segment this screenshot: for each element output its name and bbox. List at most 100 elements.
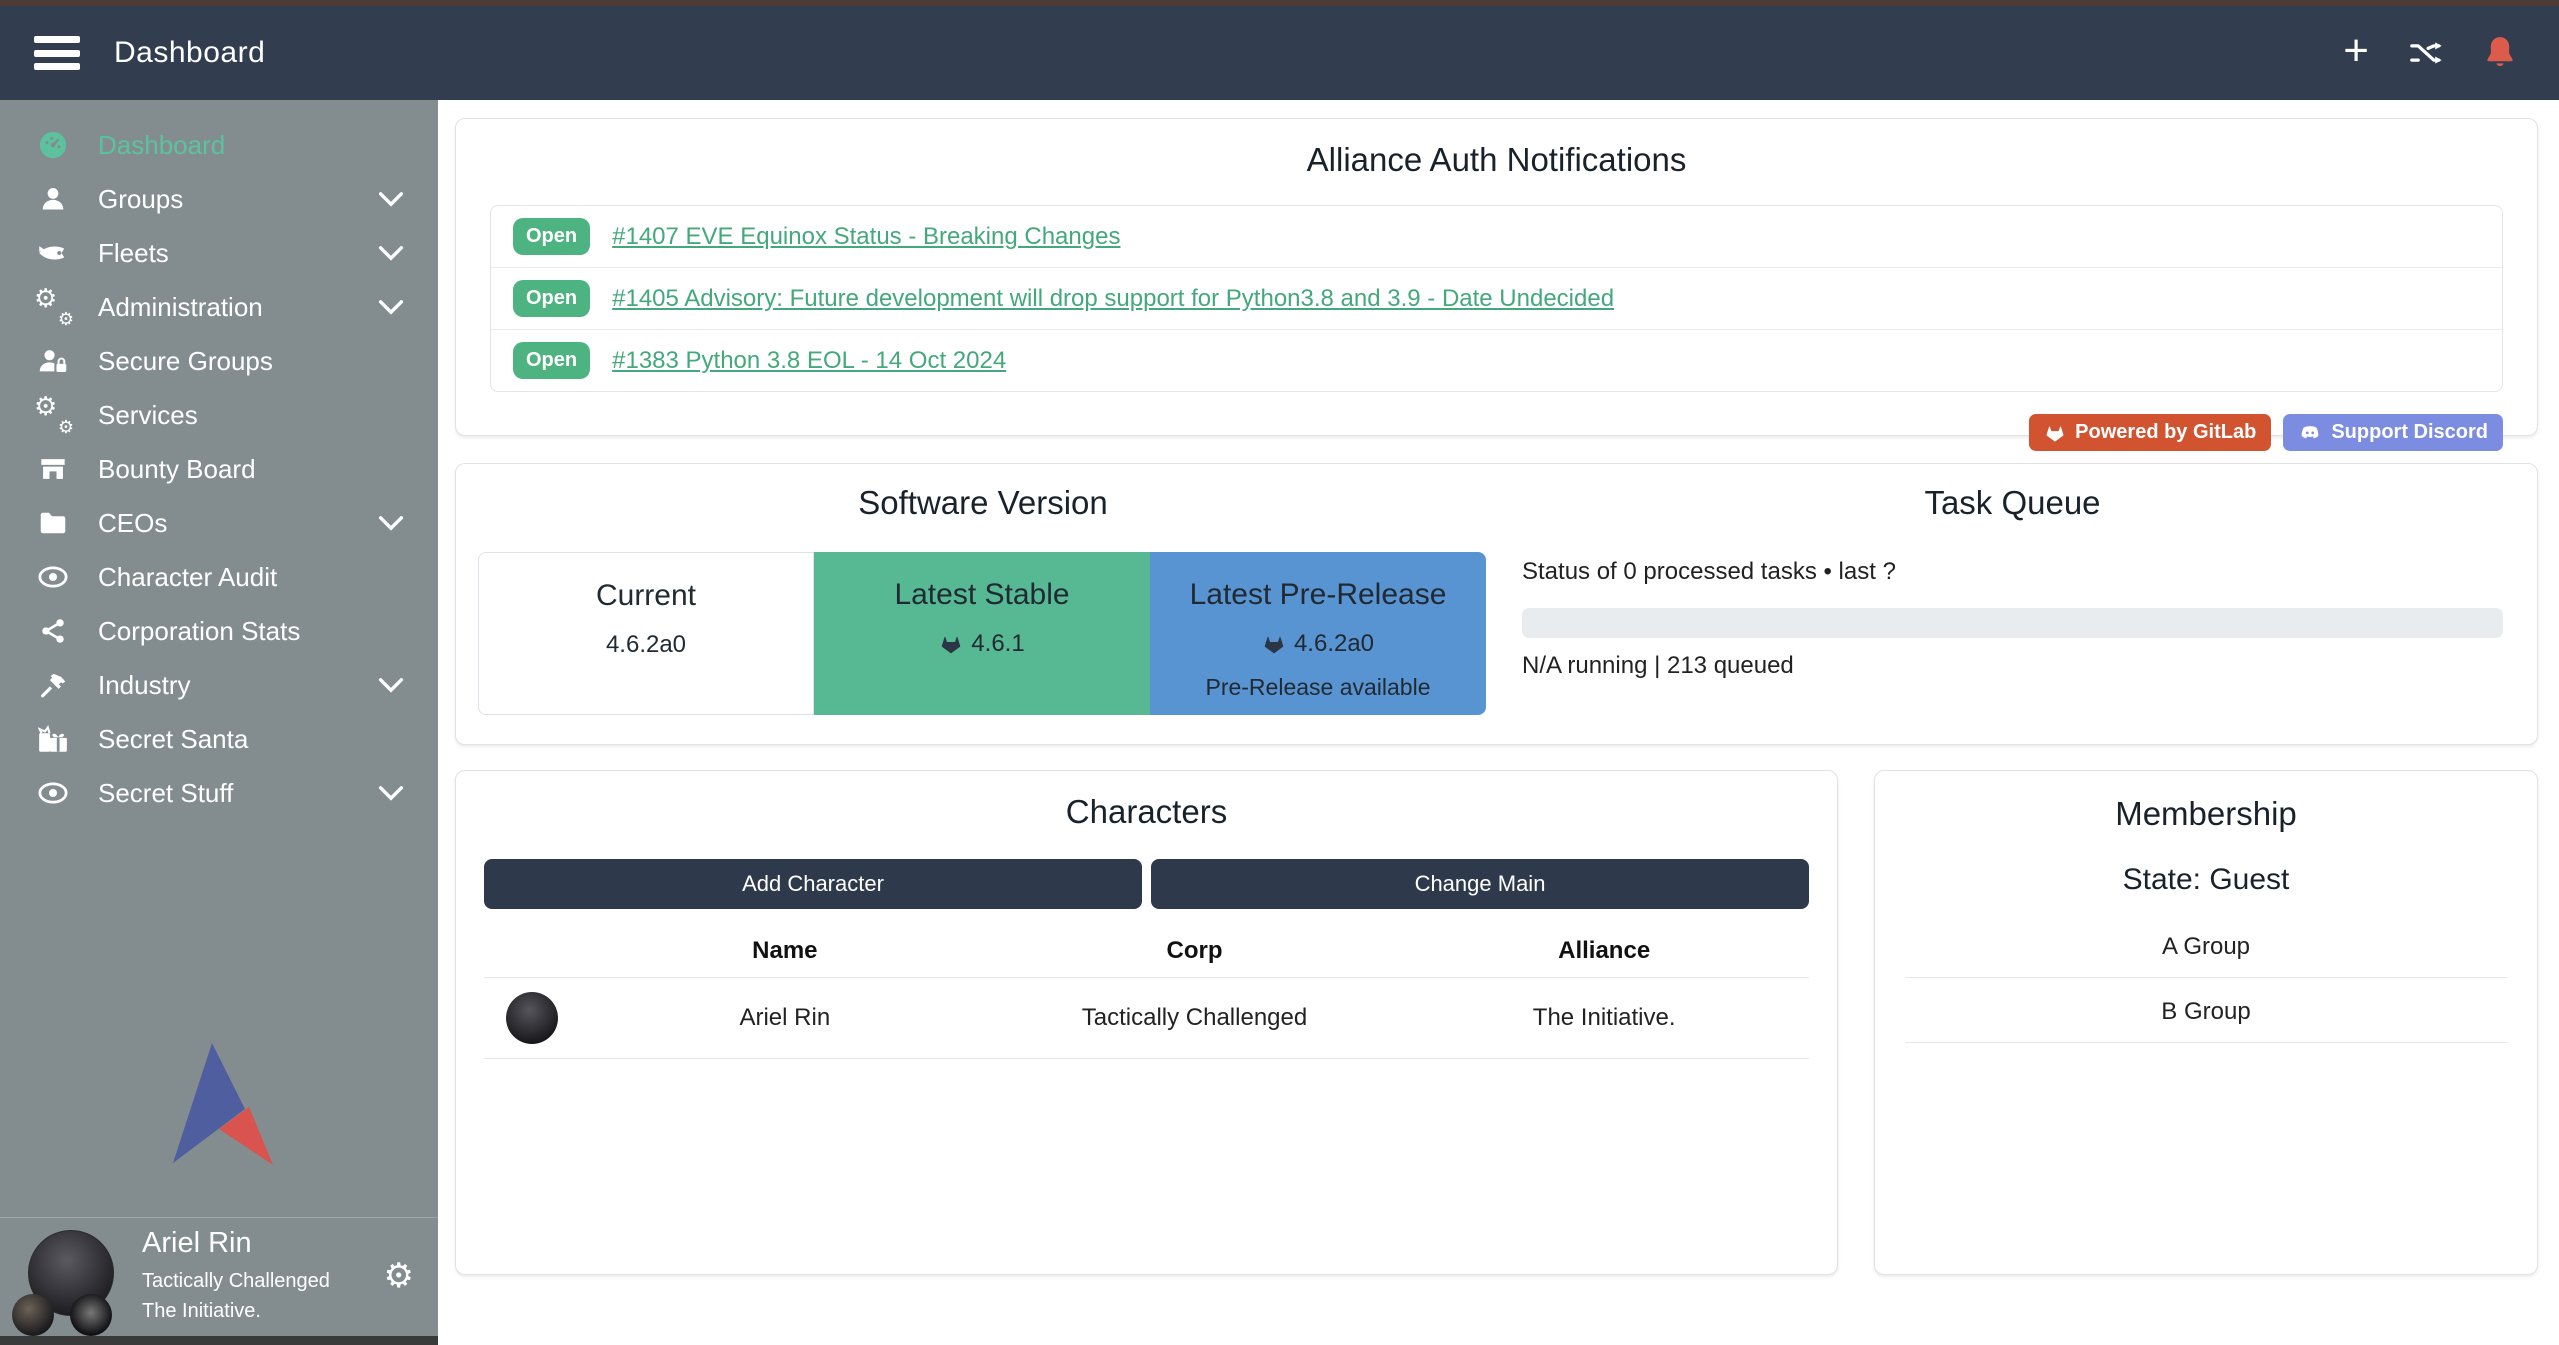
shuffle-icon[interactable]: [2407, 36, 2445, 70]
chevron-down-icon: [378, 191, 404, 207]
chevron-down-icon: [378, 299, 404, 315]
user-corp: Tactically Challenged: [142, 1266, 330, 1296]
store-icon: [30, 455, 76, 483]
membership-title: Membership: [1905, 795, 2507, 833]
notification-link[interactable]: #1405 Advisory: Future development will …: [612, 285, 1614, 313]
sidebar-item-secret-stuff[interactable]: Secret Stuff: [0, 766, 438, 820]
alliance-auth-logo: [0, 1041, 438, 1217]
gauge-icon: [30, 130, 76, 160]
page-title: Dashboard: [114, 36, 265, 70]
membership-state: State: Guest: [1905, 863, 2507, 897]
chevron-down-icon: [378, 245, 404, 261]
stable-version: 4.6.1: [971, 630, 1024, 658]
discord-icon: [2298, 422, 2322, 444]
add-icon[interactable]: +: [2343, 29, 2369, 73]
gears-icon: ⚙⚙: [30, 292, 76, 322]
change-main-button[interactable]: Change Main: [1151, 859, 1809, 909]
task-queue-section: Task Queue Status of 0 processed tasks •…: [1522, 484, 2503, 720]
gitlab-badge[interactable]: Powered by GitLab: [2029, 414, 2271, 451]
sidebar-item-dashboard[interactable]: Dashboard: [0, 118, 438, 172]
notifications-title: Alliance Auth Notifications: [490, 141, 2503, 179]
status-badge: Open: [513, 342, 590, 379]
software-version-panel: Software Version Current 4.6.2a0 Latest …: [455, 463, 2538, 745]
notification-row: Open #1405 Advisory: Future development …: [491, 267, 2502, 329]
share-nodes-icon: [30, 618, 76, 644]
notifications-bell-icon[interactable]: [2483, 35, 2517, 71]
character-corp: Tactically Challenged: [990, 1004, 1400, 1032]
navbar: Dashboard +: [0, 6, 2559, 100]
gifts-icon: [30, 725, 76, 753]
version-current: Current 4.6.2a0: [478, 552, 814, 715]
gitlab-tanuki-icon: [2044, 422, 2066, 444]
gitlab-tanuki-icon: [1262, 632, 1286, 656]
sidebar-item-label: Secret Stuff: [98, 778, 233, 809]
prerelease-version: 4.6.2a0: [1294, 630, 1374, 658]
chevron-down-icon: [378, 515, 404, 531]
discord-badge-label: Support Discord: [2331, 421, 2488, 444]
sidebar-item-label: Secure Groups: [98, 346, 273, 377]
sidebar-item-label: CEOs: [98, 508, 167, 539]
column-header-alliance: Alliance: [1399, 937, 1809, 965]
gitlab-tanuki-icon: [939, 632, 963, 656]
version-latest-stable: Latest Stable 4.6.1: [814, 552, 1150, 715]
sidebar-item-label: Bounty Board: [98, 454, 256, 485]
characters-table: Name Corp Alliance Ariel Rin Tactically …: [484, 923, 1809, 1059]
user-alliance: The Initiative.: [142, 1296, 330, 1326]
sidebar-bottom-strip: [0, 1336, 438, 1345]
sidebar-item-administration[interactable]: ⚙⚙ Administration: [0, 280, 438, 334]
notification-link[interactable]: #1407 EVE Equinox Status - Breaking Chan…: [612, 223, 1120, 251]
sidebar-item-ceos[interactable]: CEOs: [0, 496, 438, 550]
character-avatar: [506, 992, 558, 1044]
user-settings-gear-icon[interactable]: ⚙: [384, 1256, 414, 1296]
add-character-button[interactable]: Add Character: [484, 859, 1142, 909]
version-columns: Current 4.6.2a0 Latest Stable 4.6.1 Late…: [478, 552, 1488, 715]
gitlab-badge-label: Powered by GitLab: [2075, 421, 2256, 444]
notification-row: Open #1407 EVE Equinox Status - Breaking…: [491, 206, 2502, 267]
membership-panel: Membership State: Guest A Group B Group: [1874, 770, 2538, 1275]
notification-link[interactable]: #1383 Python 3.8 EOL - 14 Oct 2024: [612, 347, 1006, 375]
discord-badge[interactable]: Support Discord: [2283, 414, 2503, 451]
user-icon: [30, 185, 76, 213]
task-queue-status: Status of 0 processed tasks • last ?: [1522, 558, 2503, 586]
eye-icon: [30, 565, 76, 589]
user-lock-icon: [30, 347, 76, 375]
sidebar-item-fleets[interactable]: Fleets: [0, 226, 438, 280]
version-latest-prerelease: Latest Pre-Release 4.6.2a0 Pre-Release a…: [1150, 552, 1486, 715]
sidebar-item-label: Administration: [98, 292, 263, 323]
notification-row: Open #1383 Python 3.8 EOL - 14 Oct 2024: [491, 329, 2502, 391]
sidebar-item-label: Groups: [98, 184, 183, 215]
sidebar: Dashboard Groups Fleets: [0, 100, 438, 1345]
user-panel: Ariel Rin Tactically Challenged The Init…: [0, 1218, 438, 1336]
sidebar-item-label: Corporation Stats: [98, 616, 300, 647]
sidebar-item-secure-groups[interactable]: Secure Groups: [0, 334, 438, 388]
sidebar-item-corporation-stats[interactable]: Corporation Stats: [0, 604, 438, 658]
characters-panel: Characters Add Character Change Main Nam…: [455, 770, 1838, 1275]
chevron-down-icon: [378, 785, 404, 801]
character-alliance: The Initiative.: [1399, 1004, 1809, 1032]
notifications-panel: Alliance Auth Notifications Open #1407 E…: [455, 118, 2538, 436]
sidebar-item-industry[interactable]: Industry: [0, 658, 438, 712]
user-name: Ariel Rin: [142, 1227, 330, 1260]
sidebar-item-character-audit[interactable]: Character Audit: [0, 550, 438, 604]
sidebar-item-label: Industry: [98, 670, 191, 701]
column-header-name: Name: [580, 937, 990, 965]
sidebar-menu: Dashboard Groups Fleets: [0, 100, 438, 820]
eye-icon: [30, 781, 76, 805]
sidebar-item-bounty-board[interactable]: Bounty Board: [0, 442, 438, 496]
sidebar-item-services[interactable]: ⚙⚙ Services: [0, 388, 438, 442]
sidebar-item-label: Secret Santa: [98, 724, 248, 755]
sidebar-item-groups[interactable]: Groups: [0, 172, 438, 226]
sidebar-item-label: Dashboard: [98, 130, 225, 161]
sidebar-item-secret-santa[interactable]: Secret Santa: [0, 712, 438, 766]
hammer-icon: [30, 671, 76, 699]
task-queue-counts: N/A running | 213 queued: [1522, 652, 2503, 680]
table-row: Ariel Rin Tactically Challenged The Init…: [484, 977, 1809, 1059]
characters-title: Characters: [484, 793, 1809, 831]
status-badge: Open: [513, 218, 590, 255]
folder-icon: [30, 510, 76, 536]
sidebar-item-label: Services: [98, 400, 198, 431]
prerelease-note: Pre-Release available: [1205, 674, 1430, 701]
menu-toggle-icon[interactable]: [34, 36, 80, 70]
alliance-logo: [70, 1294, 112, 1336]
chevron-down-icon: [378, 677, 404, 693]
